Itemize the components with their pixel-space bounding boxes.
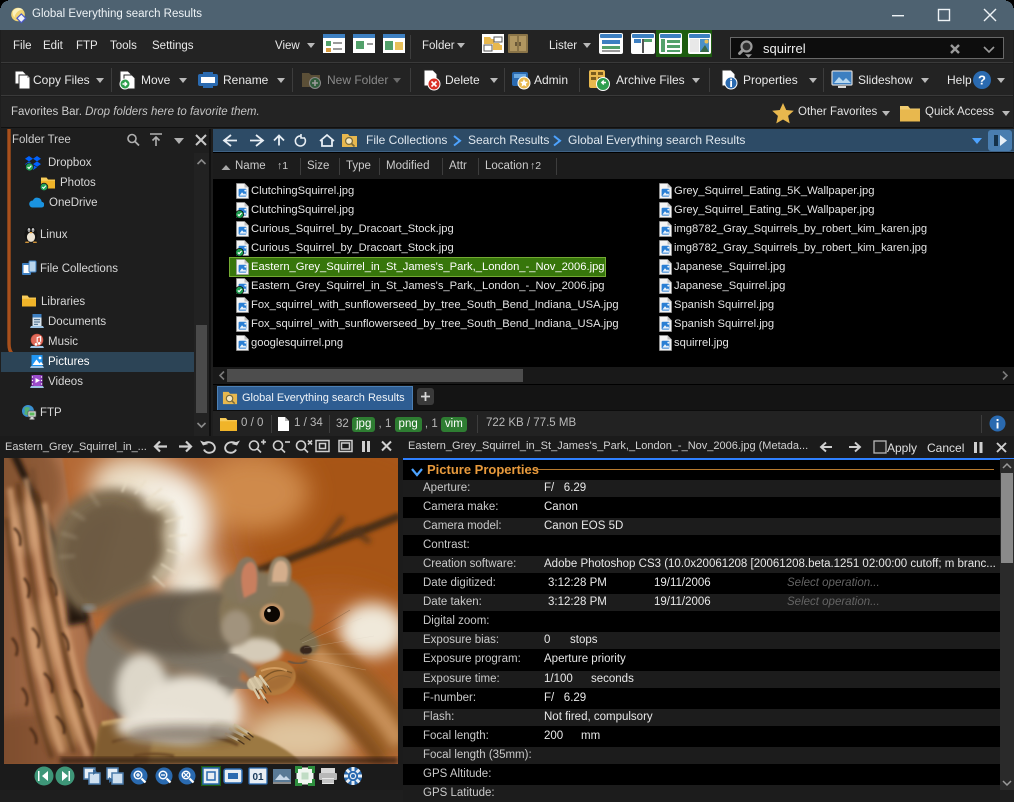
svg-text:?: ? — [978, 73, 986, 88]
svg-text:01: 01 — [252, 772, 264, 783]
